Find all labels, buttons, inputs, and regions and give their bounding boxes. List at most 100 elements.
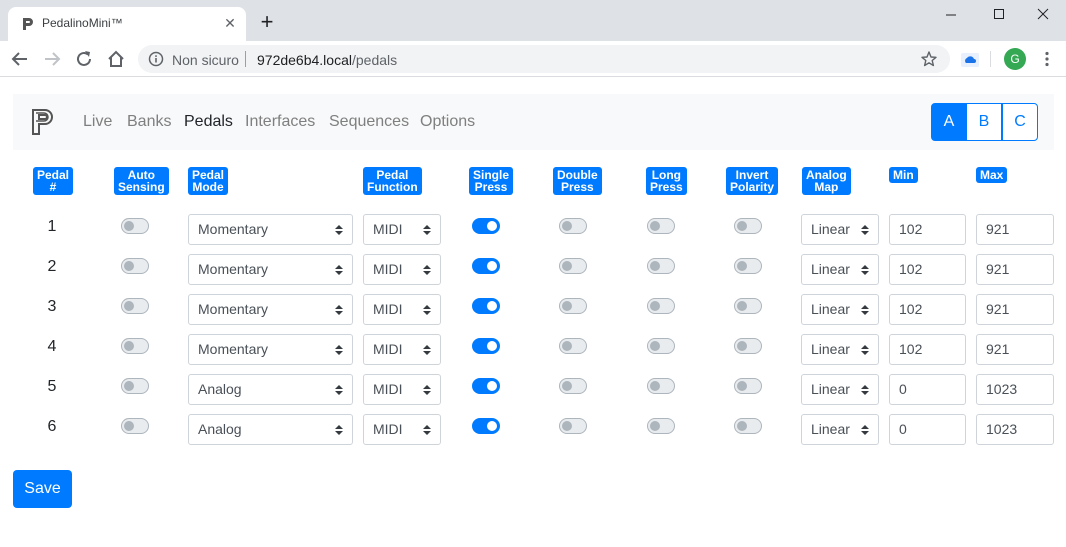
double-press-switch[interactable] bbox=[559, 298, 587, 314]
pedal-number: 2 bbox=[47, 258, 57, 275]
double-press-switch[interactable] bbox=[559, 218, 587, 234]
header-function-line: Function bbox=[367, 180, 418, 194]
auto-sensing-switch[interactable] bbox=[121, 298, 149, 314]
pedal-mode-select[interactable]: Momentary bbox=[188, 214, 353, 245]
analog-map-select[interactable]: Linear bbox=[801, 294, 879, 325]
header-single: Single Press bbox=[469, 167, 514, 195]
min-input[interactable]: 0 bbox=[889, 374, 966, 405]
menu-kebab-icon[interactable] bbox=[1038, 50, 1056, 68]
pedal-function-select[interactable]: MIDI bbox=[363, 334, 441, 365]
pedal-function-select[interactable]: MIDI bbox=[363, 254, 441, 285]
select-caret-icon bbox=[861, 265, 869, 275]
double-press-switch[interactable] bbox=[559, 338, 587, 354]
analog-map-select[interactable]: Linear bbox=[801, 414, 879, 445]
pedal-function-value: MIDI bbox=[373, 421, 403, 437]
pedal-function-value: MIDI bbox=[373, 301, 403, 317]
long-press-switch[interactable] bbox=[647, 218, 675, 234]
invert-polarity-switch[interactable] bbox=[734, 338, 762, 354]
pedalino-logo-icon[interactable] bbox=[31, 108, 57, 136]
invert-polarity-switch[interactable] bbox=[734, 418, 762, 434]
single-press-switch[interactable] bbox=[472, 338, 500, 354]
long-press-switch[interactable] bbox=[647, 338, 675, 354]
long-press-switch[interactable] bbox=[647, 418, 675, 434]
pedal-mode-select[interactable]: Momentary bbox=[188, 294, 353, 325]
analog-map-select[interactable]: Linear bbox=[801, 214, 879, 245]
invert-polarity-switch[interactable] bbox=[734, 258, 762, 274]
max-input[interactable]: 1023 bbox=[976, 414, 1054, 445]
max-value: 921 bbox=[986, 301, 1010, 317]
min-input[interactable]: 0 bbox=[889, 414, 966, 445]
auto-sensing-switch[interactable] bbox=[121, 338, 149, 354]
single-press-switch[interactable] bbox=[472, 298, 500, 314]
nav-link-live[interactable]: Live bbox=[83, 113, 112, 131]
pedal-function-select[interactable]: MIDI bbox=[363, 294, 441, 325]
pedal-mode-select[interactable]: Momentary bbox=[188, 334, 353, 365]
url-text[interactable]: 972de6b4.local/pedals bbox=[257, 52, 397, 68]
invert-polarity-switch[interactable] bbox=[734, 218, 762, 234]
double-press-switch[interactable] bbox=[559, 418, 587, 434]
analog-map-select[interactable]: Linear bbox=[801, 334, 879, 365]
switch-knob bbox=[562, 301, 572, 311]
new-tab-icon[interactable]: + bbox=[256, 11, 278, 34]
bank-button-b[interactable]: B bbox=[966, 103, 1002, 141]
maximize-icon[interactable] bbox=[976, 0, 1022, 30]
auto-sensing-switch[interactable] bbox=[121, 258, 149, 274]
pedal-mode-value: Analog bbox=[198, 381, 242, 397]
header-long: Long Press bbox=[646, 167, 687, 195]
window-close-icon[interactable] bbox=[1020, 0, 1066, 30]
min-input[interactable]: 102 bbox=[889, 254, 966, 285]
invert-polarity-switch[interactable] bbox=[734, 378, 762, 394]
auto-sensing-switch[interactable] bbox=[121, 418, 149, 434]
auto-sensing-switch[interactable] bbox=[121, 378, 149, 394]
pedal-mode-select[interactable]: Analog bbox=[188, 374, 353, 405]
back-icon[interactable] bbox=[9, 48, 31, 70]
max-input[interactable]: 921 bbox=[976, 214, 1054, 245]
minimize-icon[interactable] bbox=[928, 0, 974, 30]
nav-link-banks[interactable]: Banks bbox=[127, 113, 171, 131]
address-bar[interactable]: Non sicuro 972de6b4.local/pedals bbox=[138, 45, 950, 73]
nav-link-pedals[interactable]: Pedals bbox=[184, 113, 233, 131]
long-press-switch[interactable] bbox=[647, 378, 675, 394]
nav-link-options[interactable]: Options bbox=[420, 113, 475, 131]
pedal-function-select[interactable]: MIDI bbox=[363, 214, 441, 245]
min-input[interactable]: 102 bbox=[889, 334, 966, 365]
double-press-switch[interactable] bbox=[559, 258, 587, 274]
nav-link-interfaces[interactable]: Interfaces bbox=[245, 113, 315, 131]
single-press-switch[interactable] bbox=[472, 258, 500, 274]
bank-button-a[interactable]: A bbox=[931, 103, 967, 141]
max-input[interactable]: 921 bbox=[976, 294, 1054, 325]
max-input[interactable]: 921 bbox=[976, 334, 1054, 365]
select-caret-icon bbox=[423, 425, 431, 435]
bookmark-star-icon[interactable] bbox=[920, 50, 938, 68]
analog-map-select[interactable]: Linear bbox=[801, 254, 879, 285]
invert-polarity-switch[interactable] bbox=[734, 298, 762, 314]
analog-map-select[interactable]: Linear bbox=[801, 374, 879, 405]
profile-avatar[interactable]: G bbox=[1004, 48, 1026, 70]
pedal-function-select[interactable]: MIDI bbox=[363, 414, 441, 445]
single-press-switch[interactable] bbox=[472, 418, 500, 434]
min-input[interactable]: 102 bbox=[889, 214, 966, 245]
nav-link-sequences[interactable]: Sequences bbox=[329, 113, 409, 131]
pedal-mode-select[interactable]: Analog bbox=[188, 414, 353, 445]
home-icon[interactable] bbox=[105, 48, 127, 70]
pedal-mode-select[interactable]: Momentary bbox=[188, 254, 353, 285]
max-input[interactable]: 1023 bbox=[976, 374, 1054, 405]
double-press-switch[interactable] bbox=[559, 378, 587, 394]
auto-sensing-switch[interactable] bbox=[121, 218, 149, 234]
single-press-switch[interactable] bbox=[472, 218, 500, 234]
max-input[interactable]: 921 bbox=[976, 254, 1054, 285]
long-press-switch[interactable] bbox=[647, 258, 675, 274]
bank-button-c[interactable]: C bbox=[1002, 103, 1038, 141]
save-button[interactable]: Save bbox=[13, 470, 72, 508]
forward-icon[interactable] bbox=[41, 48, 63, 70]
pedal-function-select[interactable]: MIDI bbox=[363, 374, 441, 405]
reload-icon[interactable] bbox=[73, 48, 95, 70]
info-icon[interactable] bbox=[148, 51, 164, 67]
single-press-switch[interactable] bbox=[472, 378, 500, 394]
header-double-line: Press bbox=[560, 180, 594, 194]
tab-close-icon[interactable]: ✕ bbox=[222, 15, 238, 31]
cloud-extension-icon[interactable] bbox=[960, 50, 980, 70]
min-input[interactable]: 102 bbox=[889, 294, 966, 325]
long-press-switch[interactable] bbox=[647, 298, 675, 314]
browser-tab[interactable]: PedalinoMini™ ✕ bbox=[8, 7, 246, 41]
